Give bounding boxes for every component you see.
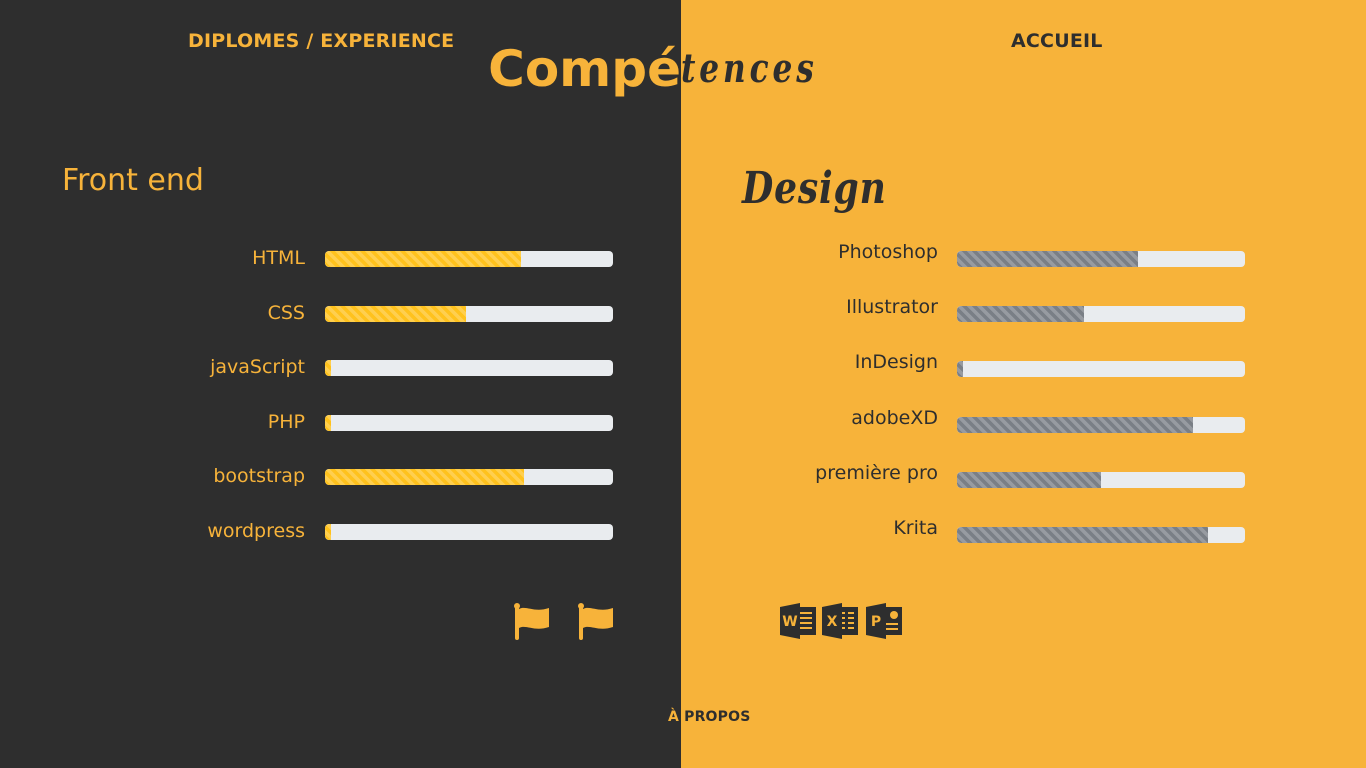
skill-progress-fill (957, 527, 1208, 543)
skill-progress-bar (325, 414, 613, 431)
nav-a-propos-rest: PROPOS (679, 709, 751, 725)
skill-progress-fill (325, 251, 521, 267)
skill-label: javaScript (210, 356, 305, 378)
skill-progress-bar (957, 416, 1245, 433)
svg-text:W: W (782, 614, 797, 630)
skill-label: PHP (267, 410, 305, 433)
page-title-right: tences (681, 45, 818, 92)
skill-progress-fill (325, 305, 467, 322)
skill-progress-bar (957, 527, 1245, 543)
skill-progress-bar (325, 305, 613, 322)
flag-icon[interactable] (514, 603, 550, 640)
skill-progress-bar (957, 471, 1245, 488)
svg-text:X: X (827, 614, 838, 630)
front-end-title: Front end (62, 163, 204, 198)
skill-progress-bar (325, 360, 613, 376)
skill-progress-fill (325, 469, 524, 485)
skill-progress-fill (957, 361, 963, 378)
design-title: Design (742, 163, 887, 214)
skill-progress-fill (325, 414, 331, 431)
skill-progress-bar (325, 523, 613, 540)
skill-progress-bar (325, 469, 613, 485)
svg-text:P: P (871, 614, 881, 630)
word-icon: W (780, 603, 816, 639)
skill-progress-bar (957, 251, 1245, 267)
nav-a-propos-accent: À (668, 709, 680, 725)
excel-icon: X (822, 603, 858, 639)
right-panel (681, 0, 1366, 768)
skill-progress-fill (957, 416, 1194, 433)
skill-progress-fill (325, 360, 331, 376)
skill-label: HTML (252, 247, 305, 269)
skill-label: Illustrator (846, 296, 938, 319)
skill-progress-bar (957, 306, 1245, 323)
powerpoint-icon: P (866, 603, 902, 639)
skill-label: bootstrap (213, 465, 305, 487)
skill-label: Krita (893, 517, 938, 539)
skill-progress-fill (957, 306, 1084, 323)
page-title: Compé tences (0, 40, 1366, 100)
skill-progress-bar (325, 251, 613, 267)
skill-progress-fill (957, 471, 1101, 488)
skill-label: adobeXD (851, 406, 938, 429)
skill-progress-bar (957, 361, 1245, 378)
nav-a-propos[interactable]: À PROPOS (668, 709, 751, 725)
skill-label: CSS (267, 301, 305, 324)
page-title-left: Compé (488, 40, 681, 98)
skill-label: première pro (815, 461, 938, 484)
left-panel (0, 0, 681, 768)
skill-progress-fill (957, 251, 1139, 267)
skill-label: wordpress (207, 519, 305, 542)
skill-label: Photoshop (838, 241, 938, 263)
skill-label: InDesign (854, 351, 938, 374)
flag-icon[interactable] (578, 603, 614, 640)
skill-progress-fill (325, 523, 331, 540)
